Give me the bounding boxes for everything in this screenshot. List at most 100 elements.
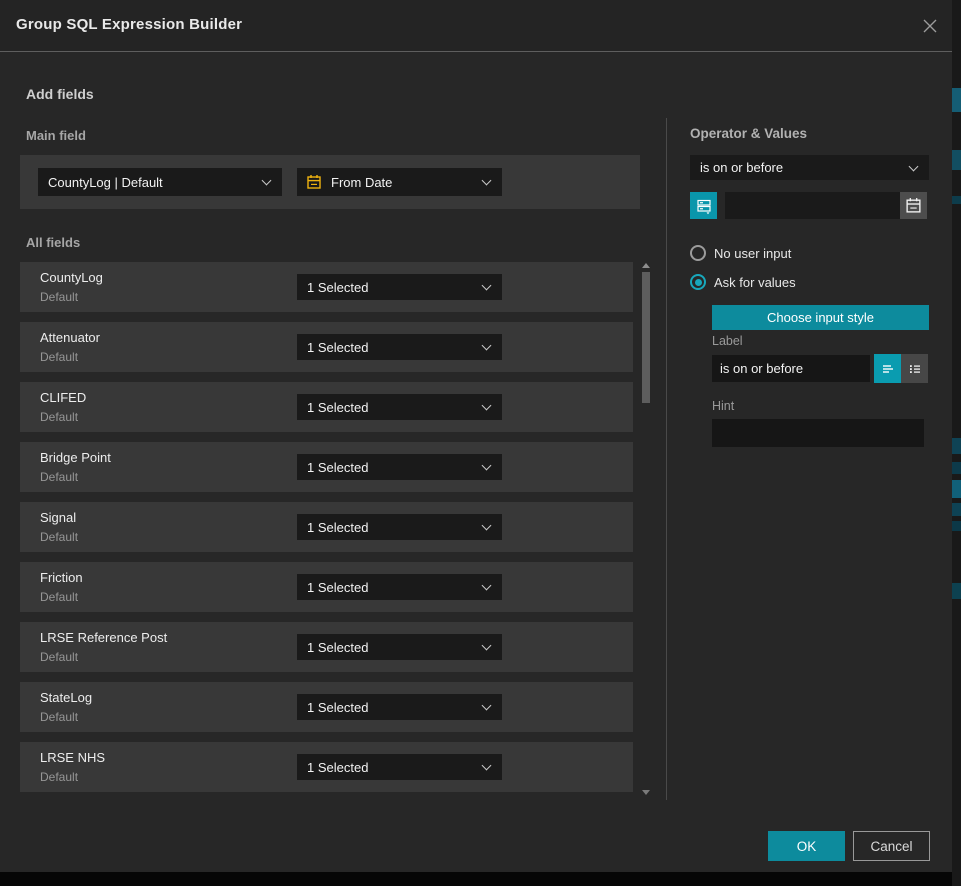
background-fragment (952, 521, 961, 531)
scrollbar-down-arrow-icon[interactable] (642, 790, 650, 795)
field-row: LRSE NHS Default 1 Selected (20, 742, 633, 792)
field-selection-dropdown[interactable]: 1 Selected (297, 394, 502, 420)
background-fragment (952, 150, 961, 170)
layer-select-value: CountyLog | Default (48, 175, 163, 190)
field-selection-value: 1 Selected (307, 700, 368, 715)
field-selection-dropdown[interactable]: 1 Selected (297, 514, 502, 540)
layer-select[interactable]: CountyLog | Default (38, 168, 282, 196)
field-selection-dropdown[interactable]: 1 Selected (297, 454, 502, 480)
dialog-header: Group SQL Expression Builder (0, 0, 952, 52)
field-selection-value: 1 Selected (307, 400, 368, 415)
value-list-icon (695, 197, 713, 215)
field-row: CountyLog Default 1 Selected (20, 262, 633, 312)
field-row: Bridge Point Default 1 Selected (20, 442, 633, 492)
ok-button[interactable]: OK (768, 831, 845, 861)
date-picker-button[interactable] (900, 192, 927, 219)
align-left-icon (880, 361, 896, 377)
field-sublabel: Default (40, 770, 78, 784)
operator-values-heading: Operator & Values (690, 126, 807, 141)
hint-field-label: Hint (712, 399, 734, 413)
field-row: StateLog Default 1 Selected (20, 682, 633, 732)
field-row: Signal Default 1 Selected (20, 502, 633, 552)
radio-ask-for-values[interactable]: Ask for values (690, 274, 796, 290)
field-selection-dropdown[interactable]: 1 Selected (297, 274, 502, 300)
background-page-edge (952, 0, 961, 886)
chevron-down-icon (482, 761, 492, 771)
scrollbar-thumb[interactable] (642, 272, 650, 403)
main-field-select[interactable]: From Date (297, 168, 502, 196)
list-style-button[interactable] (901, 354, 928, 383)
background-fragment (952, 88, 961, 112)
hint-input[interactable] (712, 419, 924, 447)
radio-no-user-input-label: No user input (714, 246, 791, 261)
field-sublabel: Default (40, 470, 78, 484)
background-fragment (952, 438, 961, 454)
chevron-down-icon (482, 281, 492, 291)
group-sql-expression-builder-dialog: Group SQL Expression Builder Add fields … (0, 0, 952, 872)
field-name: Bridge Point (40, 450, 111, 465)
field-selection-dropdown[interactable]: 1 Selected (297, 334, 502, 360)
chevron-down-icon (482, 521, 492, 531)
chevron-down-icon (482, 401, 492, 411)
scrollbar-up-arrow-icon[interactable] (642, 263, 650, 268)
panel-divider (666, 118, 667, 800)
background-fragment (952, 503, 961, 516)
background-fragment (952, 462, 961, 474)
chevron-down-icon (482, 176, 492, 186)
calendar-icon (905, 197, 922, 214)
field-selection-dropdown[interactable]: 1 Selected (297, 574, 502, 600)
background-page-bottom (0, 872, 952, 886)
choose-input-style-button[interactable]: Choose input style (712, 305, 929, 330)
field-sublabel: Default (40, 410, 78, 424)
field-selection-value: 1 Selected (307, 760, 368, 775)
label-input[interactable] (712, 355, 870, 382)
unique-values-picker-button[interactable] (690, 192, 717, 219)
field-name: LRSE NHS (40, 750, 105, 765)
field-name: Attenuator (40, 330, 100, 345)
field-selection-value: 1 Selected (307, 280, 368, 295)
field-selection-value: 1 Selected (307, 580, 368, 595)
field-selection-value: 1 Selected (307, 640, 368, 655)
field-name: Friction (40, 570, 83, 585)
radio-circle-icon (690, 245, 706, 261)
chevron-down-icon (262, 176, 272, 186)
single-line-style-button[interactable] (874, 354, 901, 383)
field-selection-dropdown[interactable]: 1 Selected (297, 694, 502, 720)
chevron-down-icon (482, 701, 492, 711)
field-selection-value: 1 Selected (307, 340, 368, 355)
field-selection-dropdown[interactable]: 1 Selected (297, 634, 502, 660)
radio-no-user-input[interactable]: No user input (690, 245, 791, 261)
field-name: StateLog (40, 690, 92, 705)
main-field-label: Main field (26, 128, 86, 143)
background-fragment (952, 480, 961, 498)
background-fragment (952, 196, 961, 204)
field-row: CLIFED Default 1 Selected (20, 382, 633, 432)
chevron-down-icon (909, 161, 919, 171)
value-input[interactable] (725, 192, 900, 219)
screen: Group SQL Expression Builder Add fields … (0, 0, 961, 886)
field-sublabel: Default (40, 350, 78, 364)
date-calendar-icon (306, 174, 322, 193)
field-sublabel: Default (40, 650, 78, 664)
field-sublabel: Default (40, 530, 78, 544)
field-selection-dropdown[interactable]: 1 Selected (297, 754, 502, 780)
field-selection-value: 1 Selected (307, 460, 368, 475)
background-fragment (952, 583, 961, 599)
close-icon[interactable] (921, 17, 939, 35)
field-name: CountyLog (40, 270, 103, 285)
bulleted-list-icon (907, 361, 923, 377)
field-name: Signal (40, 510, 76, 525)
field-row: Friction Default 1 Selected (20, 562, 633, 612)
chevron-down-icon (482, 581, 492, 591)
operator-select-value: is on or before (700, 160, 783, 175)
dialog-title: Group SQL Expression Builder (16, 16, 242, 33)
field-name: LRSE Reference Post (40, 630, 167, 645)
label-field-label: Label (712, 334, 743, 348)
radio-ask-for-values-label: Ask for values (714, 275, 796, 290)
all-fields-label: All fields (26, 235, 80, 250)
field-sublabel: Default (40, 710, 78, 724)
cancel-button[interactable]: Cancel (853, 831, 930, 861)
field-row: LRSE Reference Post Default 1 Selected (20, 622, 633, 672)
operator-select[interactable]: is on or before (690, 155, 929, 180)
chevron-down-icon (482, 461, 492, 471)
